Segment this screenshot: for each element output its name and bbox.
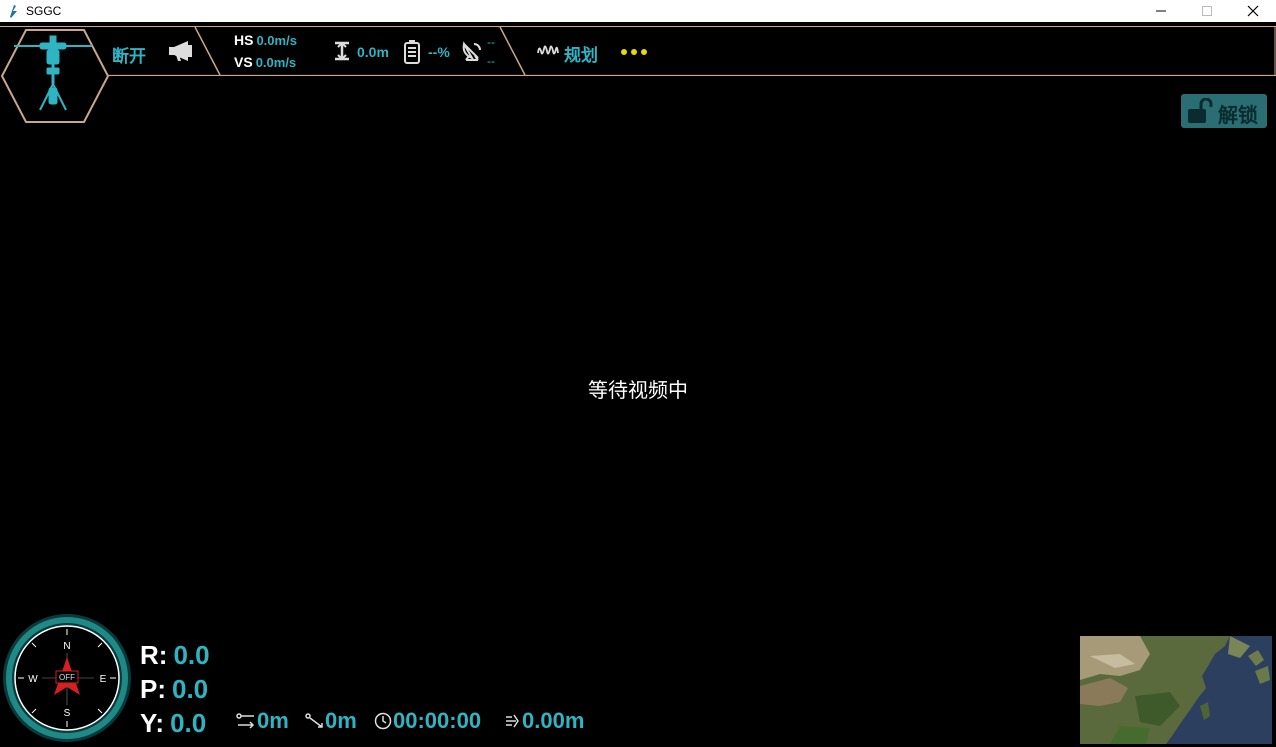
yaw-readout: Y: 0.0 [140, 708, 206, 739]
compass-badge: OFF [59, 673, 75, 682]
connection-status[interactable]: 断开 [112, 42, 146, 67]
compass-south: S [64, 708, 71, 719]
satellite-signal: -- [487, 54, 495, 68]
unlock-button[interactable]: 解锁 [1181, 94, 1267, 128]
flight-time: 00:00:00 [374, 708, 481, 734]
clock-icon [374, 712, 392, 730]
battery-value: --% [428, 44, 450, 60]
window-titlebar: SGGC [0, 0, 1276, 22]
vs-label: VS [234, 54, 253, 70]
minimize-icon [1156, 10, 1166, 12]
horizontal-distance-value: 0m [257, 708, 289, 733]
vs-value: 0.0m/s [255, 55, 297, 70]
compass-north: N [63, 641, 70, 652]
maximize-icon [1202, 6, 1212, 16]
yaw-label: Y: [140, 708, 165, 738]
roll-readout: R: 0.0 [140, 640, 210, 671]
flight-time-value: 00:00:00 [393, 708, 482, 733]
plan-button[interactable]: 规划 [564, 41, 598, 66]
compass-widget: N S E W OFF [3, 614, 131, 742]
straight-distance: 0m [305, 708, 357, 734]
straight-distance-icon [305, 713, 323, 728]
wind-speed-icon [506, 714, 519, 728]
battery-icon [404, 40, 420, 64]
compass-west: W [28, 674, 38, 685]
close-icon [1247, 5, 1259, 17]
waveform-icon[interactable] [537, 43, 559, 59]
horizontal-distance-icon [236, 713, 255, 729]
megaphone-icon[interactable] [168, 39, 194, 63]
status-bar: 断开 HS 0.0m/s VS 0.0m/s 0.0m --% -- -- 规划 [0, 26, 1276, 76]
satellite-map-image [1080, 636, 1272, 744]
minimize-button[interactable] [1138, 0, 1184, 22]
straight-distance-value: 0m [325, 708, 357, 733]
video-status: 等待视频中 [588, 378, 688, 402]
hs-label: HS [234, 32, 254, 48]
minimap[interactable] [1080, 636, 1272, 744]
wind-speed: 0.00m [504, 708, 584, 734]
hs-value: 0.0m/s [256, 33, 297, 48]
altitude-value: 0.0m [357, 44, 389, 60]
drone-logo-icon[interactable] [0, 28, 110, 126]
wind-speed-value: 0.00m [522, 708, 585, 733]
window-title: SGGC [26, 4, 62, 18]
roll-value: 0.0 [173, 640, 210, 670]
maximize-button[interactable] [1184, 0, 1230, 22]
app-logo-icon [10, 5, 17, 18]
horizontal-distance: 0m [236, 708, 289, 734]
close-button[interactable] [1230, 0, 1276, 22]
yaw-value: 0.0 [170, 708, 207, 738]
horizontal-speed: HS 0.0m/s [234, 32, 297, 48]
roll-label: R: [140, 640, 168, 670]
satellite-dish-icon [462, 41, 481, 61]
unlock-icon [1188, 98, 1213, 123]
unlock-label: 解锁 [1218, 105, 1258, 127]
pitch-readout: P: 0.0 [140, 674, 208, 705]
compass-east: E [100, 674, 107, 685]
pitch-value: 0.0 [172, 674, 209, 704]
more-dots-icon[interactable] [620, 48, 648, 56]
altitude-icon [335, 41, 349, 61]
vertical-speed: VS 0.0m/s [234, 54, 296, 70]
satellite-count: -- [487, 35, 495, 49]
pitch-label: P: [140, 674, 166, 704]
